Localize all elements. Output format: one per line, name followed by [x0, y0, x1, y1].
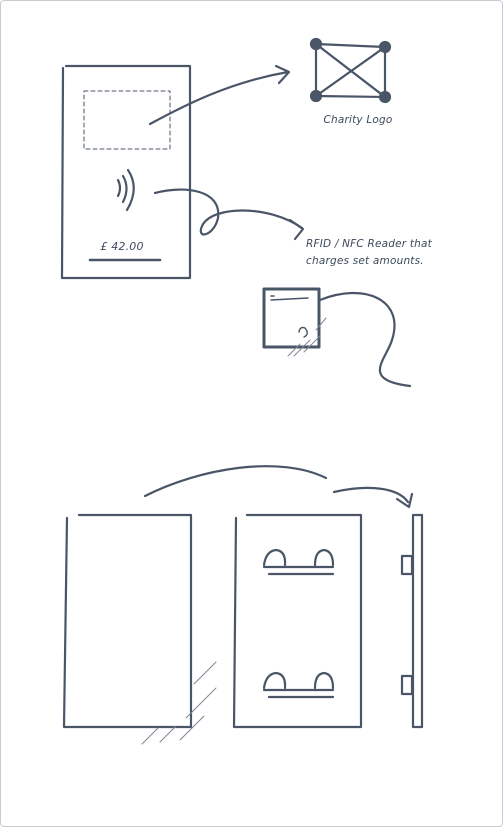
arrow-to-logo — [148, 64, 291, 126]
arrow-to-rfid — [153, 188, 305, 241]
rfid-description: RFID / NFC Reader that charges set amoun… — [306, 236, 466, 270]
reader-cable — [318, 291, 412, 388]
rfid-description-line-1: RFID / NFC Reader that — [306, 238, 432, 250]
enclosure-front-view — [62, 513, 217, 745]
enclosure-back-view — [232, 513, 363, 729]
rfid-description-line-2: charges set amounts. — [306, 255, 424, 267]
enclosure-side-view — [400, 513, 424, 729]
sketch-diagram — [60, 37, 424, 745]
amount-display: £ 42.00 — [100, 240, 144, 253]
contactless-icon — [116, 168, 135, 212]
charity-logo-icon — [309, 37, 392, 104]
enclosure-shadow-hatch — [141, 661, 217, 745]
rfid-reader-device — [262, 287, 412, 388]
charity-logo-label: Charity Logo — [323, 114, 393, 126]
mounting-bracket-bottom — [262, 671, 335, 699]
view-transition-arrows — [143, 465, 414, 509]
mounting-bracket-top — [262, 548, 335, 576]
